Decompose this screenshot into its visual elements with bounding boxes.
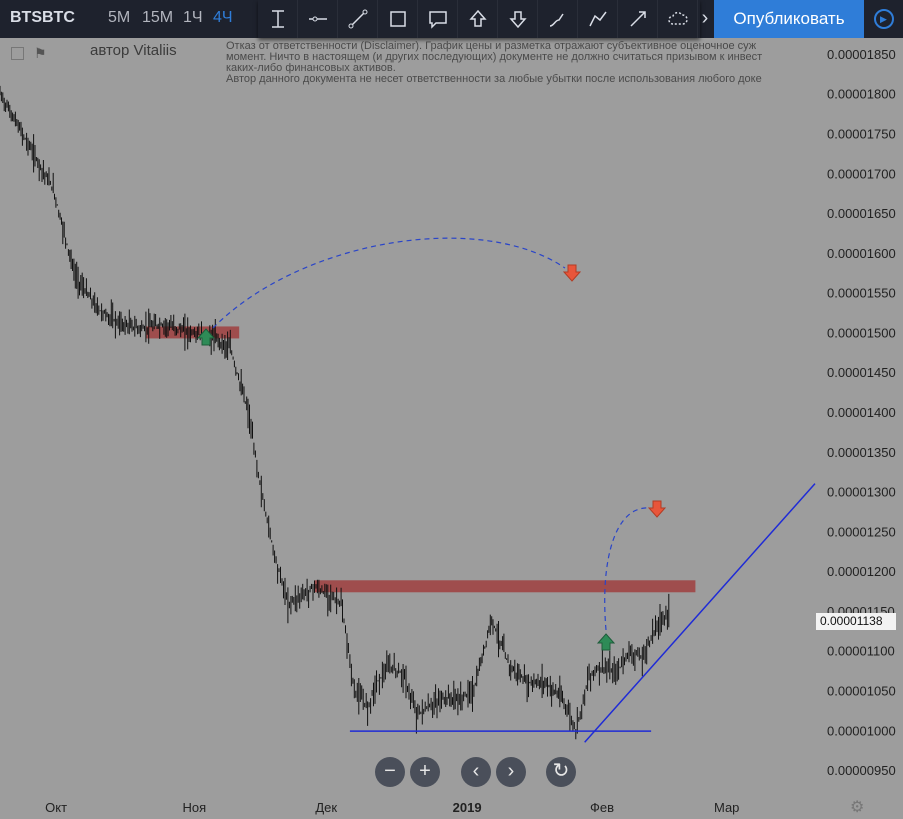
timeframe-1h[interactable]: 1Ч <box>183 9 203 27</box>
buy-arrow-2 <box>596 633 616 651</box>
trend-line <box>584 483 816 743</box>
forecast-arc-1 <box>212 237 566 329</box>
horizontal-line-icon[interactable] <box>298 0 338 38</box>
brush-icon[interactable] <box>538 0 578 38</box>
arrow-line-icon[interactable] <box>618 0 658 38</box>
y-tick-label: 0.00001300 <box>827 485 896 500</box>
text-cursor-icon[interactable] <box>258 0 298 38</box>
y-tick-label: 0.00001650 <box>827 206 896 221</box>
forecast-arc-2 <box>604 507 651 631</box>
y-tick-label: 0.00001700 <box>827 166 896 181</box>
scroll-right-button[interactable]: › <box>496 757 526 787</box>
arrow-up-icon[interactable] <box>458 0 498 38</box>
settings-gear-icon[interactable]: ⚙ <box>850 797 864 817</box>
x-tick-label: Фев <box>590 800 614 815</box>
current-price-value: 0.00001138 <box>820 613 883 628</box>
symbol-name[interactable]: BTSBTC <box>10 9 75 27</box>
legend-toggle-icon[interactable] <box>11 47 24 60</box>
current-price-label: 0.00001138 <box>816 612 896 630</box>
disclaimer-line-3: каких-либо финансовых активов. <box>226 63 396 74</box>
y-tick-label: 0.00001750 <box>827 126 896 141</box>
x-tick-label: Ноя <box>182 800 206 815</box>
zoom-in-button[interactable]: + <box>410 757 440 787</box>
disclaimer-line-2: момент. Ничто в настоящем (и других посл… <box>226 52 763 63</box>
play-icon: ▶ <box>873 9 894 29</box>
publish-button[interactable]: Опубликовать <box>714 0 864 38</box>
arrow-down-icon[interactable] <box>498 0 538 38</box>
cloud-icon[interactable] <box>658 0 698 38</box>
disclaimer-text: Отказ от ответственности (Disclaimer). Г… <box>226 41 816 85</box>
buy-arrow-1 <box>196 328 216 346</box>
resistance-zone-2 <box>314 580 696 593</box>
price-candles <box>0 85 670 740</box>
timeframe-15m[interactable]: 15М <box>142 9 173 27</box>
zoom-out-button[interactable]: − <box>375 757 405 787</box>
x-tick-label: Мар <box>714 800 739 815</box>
y-tick-label: 0.00000950 <box>827 763 896 778</box>
target-arrow-2 <box>647 500 667 518</box>
y-tick-label: 0.00001400 <box>827 405 896 420</box>
y-tick-label: 0.00001450 <box>827 365 896 380</box>
replay-button[interactable]: ▶ <box>864 0 903 38</box>
y-tick-label: 0.00001800 <box>827 87 896 102</box>
x-tick-label: Дек <box>315 800 337 815</box>
trend-line-icon[interactable] <box>338 0 378 38</box>
target-arrow-1 <box>562 264 582 282</box>
path-icon[interactable] <box>578 0 618 38</box>
scroll-left-button[interactable]: ‹ <box>461 757 491 787</box>
y-tick-label: 0.00001100 <box>827 644 895 659</box>
x-tick-label: 2019 <box>453 800 482 815</box>
disclaimer-line-4: Автор данного документа не несет ответст… <box>226 74 762 85</box>
y-tick-label: 0.00001050 <box>827 684 896 699</box>
y-tick-label: 0.00001250 <box>827 524 896 539</box>
y-tick-label: 0.00001550 <box>827 286 896 301</box>
y-tick-label: 0.00001000 <box>827 723 896 738</box>
callout-icon[interactable] <box>418 0 458 38</box>
price-chart[interactable]: 0.00001850 0.00001800 0.00001750 0.00001700… <box>0 0 903 819</box>
timeframe-5m[interactable]: 5М <box>108 9 130 27</box>
y-tick-label: 0.00001500 <box>827 325 896 340</box>
x-tick-label: Окт <box>45 800 67 815</box>
rectangle-icon[interactable] <box>378 0 418 38</box>
reset-chart-button[interactable]: ↻ <box>546 757 576 787</box>
resistance-zone-1 <box>146 326 240 339</box>
drawing-toolbar <box>258 0 700 38</box>
author-label: автор Vitaliis <box>90 42 177 59</box>
timeframe-4h[interactable]: 4Ч <box>213 9 233 27</box>
y-tick-label: 0.00001350 <box>827 445 896 460</box>
y-tick-label: 0.00001850 <box>827 47 896 62</box>
y-tick-label: 0.00001200 <box>827 564 896 579</box>
disclaimer-line-1: Отказ от ответственности (Disclaimer). Г… <box>226 41 757 52</box>
flag-icon[interactable]: ⚑ <box>34 45 47 62</box>
y-tick-label: 0.00001600 <box>827 246 896 261</box>
